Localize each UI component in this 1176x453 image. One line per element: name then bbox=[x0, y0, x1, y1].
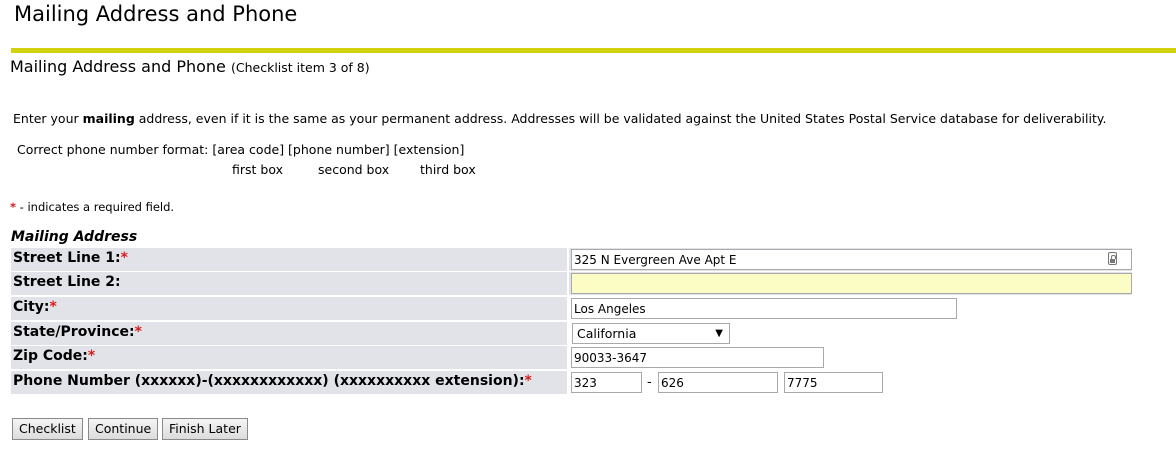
finish-later-button[interactable]: Finish Later bbox=[162, 418, 248, 440]
checklist-button[interactable]: Checklist bbox=[12, 418, 83, 440]
state-row: State/Province:* California ▼ bbox=[11, 322, 1132, 345]
state-label: State/Province:* bbox=[11, 322, 567, 345]
city-row: City:* bbox=[11, 297, 1132, 320]
street-line-1-label-text: Street Line 1: bbox=[13, 250, 121, 266]
street-line-1-row: Street Line 1:* bbox=[11, 248, 1132, 271]
state-cell: California ▼ bbox=[569, 322, 1132, 345]
city-label-text: City: bbox=[13, 299, 50, 315]
state-select[interactable]: California ▼ bbox=[572, 323, 730, 344]
required-star: * bbox=[87, 348, 96, 364]
instructions-emphasis: mailing bbox=[82, 111, 135, 126]
autofill-key-icon[interactable] bbox=[1108, 252, 1117, 265]
required-star: * bbox=[134, 324, 142, 340]
phone-label-text: Phone Number (xxxxxx)-(xxxxxxxxxxxx) (xx… bbox=[13, 373, 525, 389]
required-star: * bbox=[524, 373, 532, 389]
required-star: * bbox=[49, 299, 57, 315]
phone-area-code-input[interactable] bbox=[571, 372, 642, 393]
required-note-text: - indicates a required field. bbox=[16, 200, 175, 214]
required-star: * bbox=[120, 250, 128, 266]
required-field-note: * - indicates a required field. bbox=[10, 200, 174, 214]
phone-number-input[interactable] bbox=[658, 372, 778, 393]
street-line-1-label: Street Line 1:* bbox=[11, 248, 567, 271]
city-input[interactable] bbox=[571, 298, 957, 319]
zip-label-text: Zip Code: bbox=[13, 348, 88, 364]
street-line-2-row: Street Line 2: bbox=[11, 272, 1132, 295]
street-line-1-input[interactable] bbox=[571, 249, 1132, 270]
instructions-prefix: Enter your bbox=[13, 111, 83, 126]
zip-cell bbox=[569, 346, 1132, 369]
street-line-1-cell bbox=[569, 248, 1132, 271]
phone-extension-input[interactable] bbox=[784, 372, 883, 393]
chevron-down-icon: ▼ bbox=[715, 328, 723, 339]
street-line-2-input[interactable] bbox=[571, 273, 1132, 294]
phone-box-hint-second: second box bbox=[318, 162, 390, 177]
state-selected-value: California bbox=[577, 326, 637, 341]
instructions-suffix: address, even if it is the same as your … bbox=[134, 111, 1107, 126]
phone-separator: - bbox=[647, 375, 652, 390]
continue-button[interactable]: Continue bbox=[88, 418, 159, 440]
street-line-2-cell bbox=[569, 272, 1132, 295]
zip-row: Zip Code:* bbox=[11, 346, 1132, 369]
state-label-text: State/Province: bbox=[13, 324, 135, 340]
phone-box-hint-third: third box bbox=[420, 162, 476, 177]
phone-format-help: Correct phone number format: [area code]… bbox=[17, 142, 465, 157]
section-title-text: Mailing Address and Phone bbox=[10, 57, 226, 76]
page-title: Mailing Address and Phone bbox=[14, 2, 298, 26]
zip-label: Zip Code:* bbox=[11, 346, 567, 369]
title-divider bbox=[11, 48, 1176, 53]
phone-label: Phone Number (xxxxxx)-(xxxxxxxxxxxx) (xx… bbox=[11, 371, 567, 394]
checklist-progress: (Checklist item 3 of 8) bbox=[230, 60, 370, 75]
mailing-address-caption: Mailing Address bbox=[11, 229, 138, 245]
street-line-2-label: Street Line 2: bbox=[11, 272, 567, 295]
phone-box-hint-first: first box bbox=[232, 162, 283, 177]
section-title: Mailing Address and Phone (Checklist ite… bbox=[10, 57, 370, 76]
street-line-2-label-text: Street Line 2: bbox=[13, 274, 121, 290]
zip-input[interactable] bbox=[571, 347, 824, 368]
city-label: City:* bbox=[11, 297, 567, 320]
instructions: Enter your mailing address, even if it i… bbox=[13, 111, 1106, 126]
phone-row: Phone Number (xxxxxx)-(xxxxxxxxxxxx) (xx… bbox=[11, 371, 1132, 394]
phone-cell: - bbox=[569, 371, 1132, 394]
city-cell bbox=[569, 297, 1132, 320]
